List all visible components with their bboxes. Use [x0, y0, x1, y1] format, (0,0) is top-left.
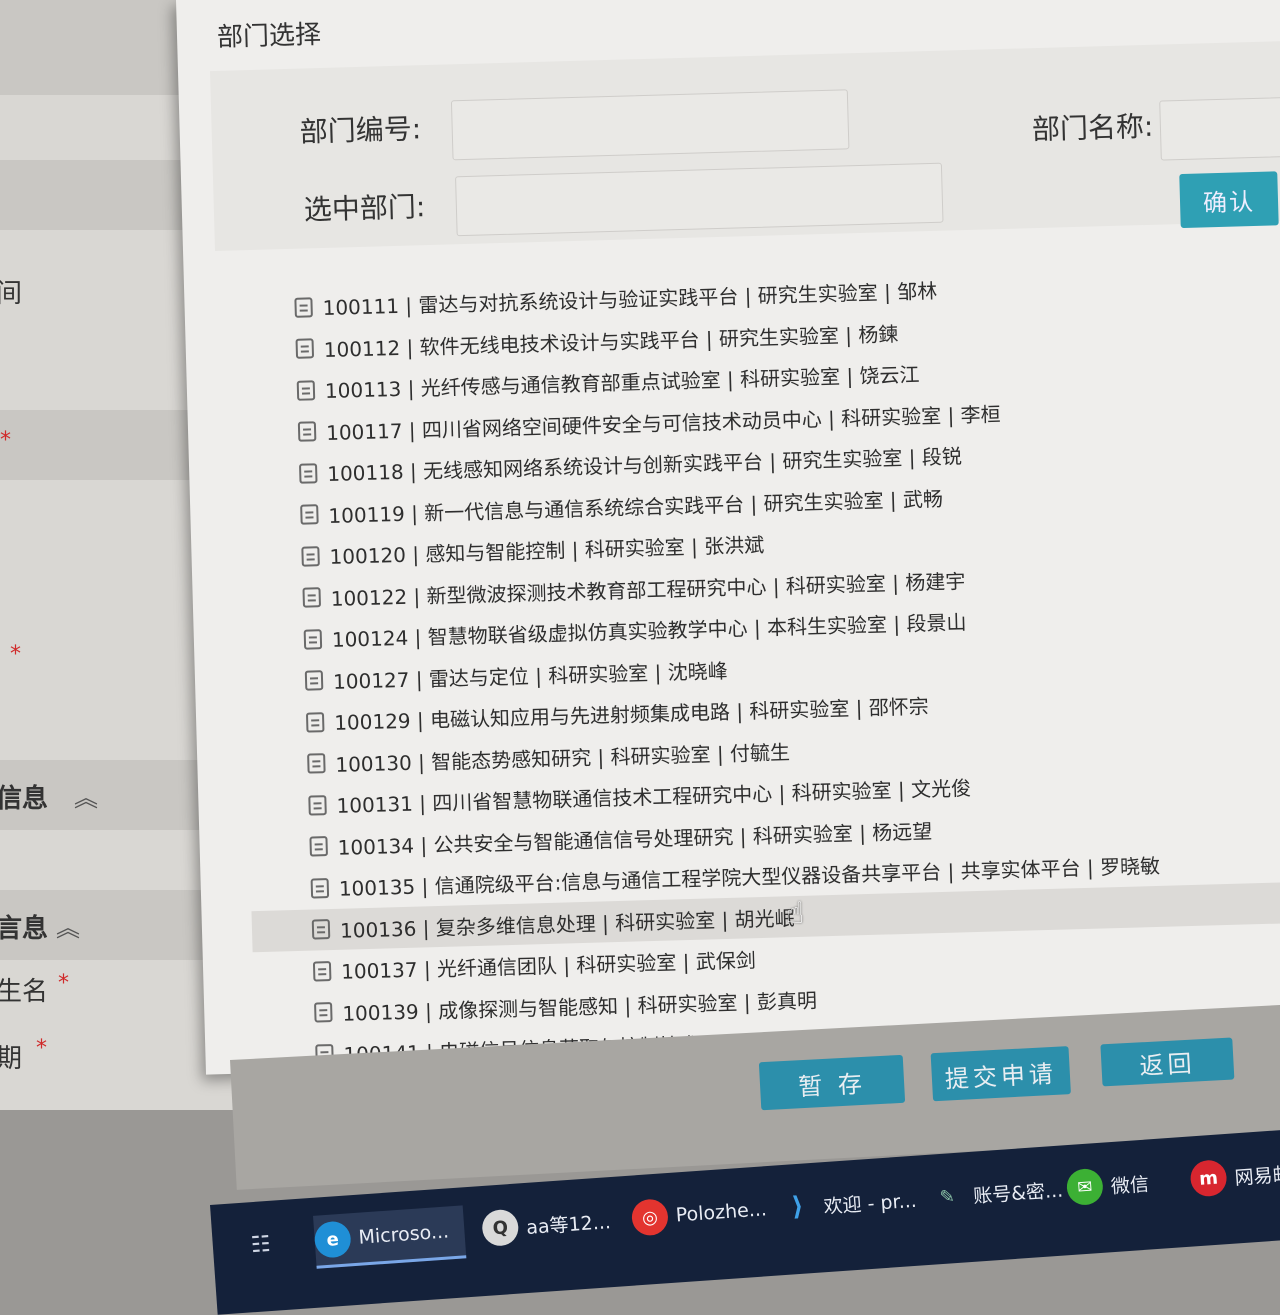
document-icon — [303, 628, 323, 650]
taskbar-item-label: aa等12... — [525, 1210, 612, 1239]
required-mark: * — [36, 1036, 47, 1061]
taskbar-item-label: Microso... — [357, 1220, 450, 1249]
field-label-date: 期 — [0, 1044, 23, 1074]
required-mark: * — [0, 428, 11, 453]
document-icon — [300, 504, 319, 525]
field-label-name: 生名 — [0, 977, 49, 1007]
hand-cursor-icon: ☝ — [786, 896, 805, 931]
back-button[interactable]: 返回 — [1100, 1037, 1235, 1087]
document-icon — [294, 297, 313, 318]
dialog-title: 部门选择 — [216, 19, 322, 53]
taskbar-item-label: 微信 — [1110, 1172, 1150, 1198]
netease-mail-icon: m — [1189, 1159, 1228, 1198]
document-icon — [310, 877, 330, 899]
taskbar-item-vscode[interactable]: ⟩ 欢迎 - pr... — [778, 1174, 918, 1233]
document-icon — [295, 338, 315, 360]
taskbar-item-wechat[interactable]: ✉ 微信 — [1065, 1158, 1150, 1214]
document-icon — [298, 462, 318, 484]
search-form: 部门编号: 部门名称: 选中部门: 确认 — [209, 40, 1280, 252]
required-mark: * — [58, 971, 69, 996]
list-item-label: 100130 | 智能态势感知研究 | 科研实验室 | 付毓生 — [335, 739, 791, 777]
vscode-icon: ⟩ — [790, 1191, 805, 1223]
bg-label: 间 — [0, 279, 23, 309]
taskbar-item-label: Polozhe... — [675, 1198, 768, 1227]
document-icon — [304, 670, 324, 691]
dept-name-label: 部门名称: — [1031, 109, 1154, 147]
required-mark: * — [10, 642, 21, 667]
document-icon — [314, 1002, 333, 1023]
list-item-label: 100139 | 成像探测与智能感知 | 科研实验室 | 彭真明 — [342, 988, 818, 1026]
document-icon — [312, 960, 332, 982]
save-draft-button[interactable]: 暂 存 — [758, 1054, 906, 1111]
document-icon — [309, 836, 328, 857]
submit-button[interactable]: 提交申请 — [930, 1046, 1071, 1102]
document-icon — [305, 711, 325, 733]
document-icon — [301, 545, 320, 567]
dept-name-input[interactable] — [1159, 96, 1280, 161]
selected-dept-label: 选中部门: — [303, 190, 426, 227]
list-item-label: 100127 | 雷达与定位 | 科研实验室 | 沈晓峰 — [332, 658, 728, 694]
document-icon — [296, 380, 316, 401]
document-icon — [297, 421, 317, 443]
section-title: 信息 — [0, 784, 49, 814]
notepad-icon: ✎ — [938, 1185, 956, 1208]
task-view-icon[interactable]: ☷ — [249, 1219, 272, 1270]
document-icon — [307, 753, 326, 774]
list-item-label: 100136 | 复杂多维信息处理 | 科研实验室 | 胡光岷 — [339, 905, 795, 943]
department-list: 100111 | 雷达与对抗系统设计与验证实践平台 | 研究生实验室 | 邹林 … — [251, 259, 1280, 1075]
document-icon — [302, 587, 322, 608]
confirm-button[interactable]: 确认 — [1179, 171, 1279, 229]
chat-app-icon: Q — [481, 1208, 520, 1248]
edge-icon: e — [313, 1220, 352, 1259]
document-icon — [308, 794, 327, 816]
dept-code-label: 部门编号: — [299, 112, 422, 149]
taskbar-item-label: 网易邮 — [1233, 1163, 1280, 1189]
taskbar-item-label: 账号&密... — [972, 1178, 1064, 1208]
taskbar-item-label: 欢迎 - pr... — [822, 1189, 918, 1218]
chevron-up-icon[interactable]: ︽ — [56, 908, 80, 943]
list-item-label: 100137 | 光纤通信团队 | 科研实验室 | 武保剑 — [340, 948, 757, 985]
taskbar-item-edge[interactable]: e Microso... — [313, 1205, 467, 1269]
taskbar-item-notes[interactable]: ✎ 账号&密... — [928, 1164, 1065, 1223]
section-title: 言息 — [0, 914, 49, 944]
document-icon — [311, 919, 331, 940]
taskbar-item-mail[interactable]: m 网易邮 — [1189, 1148, 1280, 1205]
department-select-dialog: 部门选择 部门编号: 部门名称: 选中部门: 确认 100111 | 雷达与对抗… — [176, 0, 1280, 1075]
taskbar-item-chat[interactable]: Q aa等12... — [481, 1195, 613, 1254]
chevron-up-icon[interactable]: ︽ — [74, 778, 98, 813]
taskbar-item-music[interactable]: ◎ Polozhe... — [630, 1184, 768, 1243]
wechat-icon: ✉ — [1065, 1167, 1105, 1207]
selected-dept-input[interactable] — [455, 162, 944, 237]
list-item-label: 100120 | 感知与智能控制 | 科研实验室 | 张洪斌 — [329, 533, 765, 570]
dept-code-input[interactable] — [450, 89, 850, 161]
netease-music-icon: ◎ — [630, 1198, 670, 1237]
